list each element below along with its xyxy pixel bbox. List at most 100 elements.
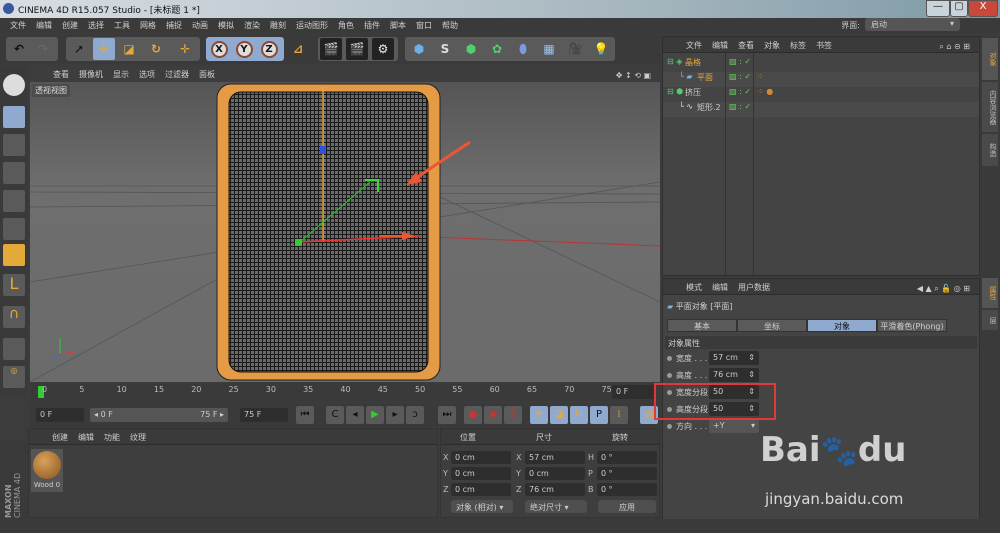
end-frame-field[interactable]: 75 F (240, 408, 288, 422)
floor-icon[interactable]: ▦ (538, 38, 560, 60)
menu-window[interactable]: 窗口 (411, 18, 437, 33)
menu-tools[interactable]: 工具 (109, 18, 135, 33)
edges-mode-icon[interactable] (3, 218, 25, 240)
texture-mode-icon[interactable] (3, 134, 25, 156)
visibility-check-icon[interactable]: ▨ : ✓ (729, 57, 751, 66)
coordinate-mode-select[interactable]: 对象 (相对) ▾ (451, 500, 513, 513)
z-axis-lock[interactable]: Z (258, 38, 280, 60)
polygons-mode-icon[interactable] (3, 244, 25, 266)
attribute-value-field[interactable]: +Y ▾ (709, 419, 759, 433)
animate-dot-icon[interactable] (667, 356, 672, 361)
key-pla-icon[interactable]: ⁞ (610, 406, 628, 424)
auto-key-icon[interactable]: ◉ (484, 406, 502, 424)
snap-icon[interactable]: ◎ (3, 366, 25, 388)
menu-script[interactable]: 脚本 (385, 18, 411, 33)
material-menu-function[interactable]: 功能 (99, 429, 125, 444)
material-menu-texture[interactable]: 纹理 (125, 429, 151, 444)
tab-structure[interactable]: 构造 (982, 134, 998, 166)
render-settings-icon[interactable]: ⚙ (372, 38, 394, 60)
tab-object[interactable]: 对象 (807, 319, 877, 332)
size-field[interactable]: 0 cm (525, 467, 585, 480)
menu-edit[interactable]: 编辑 (31, 18, 57, 33)
object-row[interactable]: ⊟ ◈ 晶格 ▨ : ✓ (663, 57, 979, 72)
menu-create[interactable]: 创建 (57, 18, 83, 33)
go-to-start-icon[interactable]: ⏮ (296, 406, 314, 424)
x-axis-lock[interactable]: X (208, 38, 230, 60)
render-view-icon[interactable]: 🎬 (320, 38, 342, 60)
animate-dot-icon[interactable] (667, 424, 672, 429)
tab-coord[interactable]: 坐标 (737, 319, 807, 332)
object-menu-bookmarks[interactable]: 书签 (811, 37, 837, 52)
object-menu-objects[interactable]: 对象 (759, 37, 785, 52)
size-field[interactable]: 57 cm (525, 451, 585, 464)
y-axis-lock[interactable]: Y (233, 38, 255, 60)
light-icon[interactable]: 💡 (590, 38, 612, 60)
cloner-icon[interactable]: ✿ (486, 38, 508, 60)
rotation-field[interactable]: 0 ° (597, 483, 657, 496)
viewport-nav-icons[interactable]: ✥ ↕ ⟲ ▣ (611, 68, 656, 80)
key-position-icon[interactable]: ✛ (530, 406, 548, 424)
menu-animate[interactable]: 动画 (187, 18, 213, 33)
attr-menu-edit[interactable]: 编辑 (707, 279, 733, 294)
size-field[interactable]: 76 cm (525, 483, 585, 496)
object-menu-file[interactable]: 文件 (681, 37, 707, 52)
deformer-icon[interactable]: ⬮ (512, 38, 534, 60)
restore-button[interactable]: ▢ (950, 0, 968, 17)
spline-pen-icon[interactable]: S (434, 38, 456, 60)
undo-icon[interactable]: ↶ (8, 38, 30, 60)
object-row[interactable]: └ ∿ 矩形.2 ▨ : ✓ (663, 102, 979, 117)
lock-workplane-icon[interactable] (3, 338, 25, 360)
tab-content-browser[interactable]: 内容浏览器 (982, 82, 998, 132)
frame-range-slider[interactable]: ◂ 0 F 75 F ▸ (90, 408, 228, 422)
viewport-menu-options[interactable]: 选项 (134, 66, 160, 82)
object-row[interactable]: ⊟ ⬢ 挤压 ▨ : ✓ ⁘ ● (663, 87, 979, 102)
attr-nav-icons[interactable]: ◀ ▲ ⌕ 🔓 ◎ ⊞ (912, 281, 975, 294)
move-icon[interactable]: ✛ (93, 38, 115, 60)
rotation-field[interactable]: 0 ° (597, 451, 657, 464)
animate-dot-icon[interactable] (667, 373, 672, 378)
layout-select[interactable]: 启动 ▾ (865, 18, 960, 31)
material-menu-edit[interactable]: 编辑 (73, 429, 99, 444)
viewport-menu-panel[interactable]: 面板 (194, 66, 220, 82)
material-swatch[interactable]: Wood 0 (31, 449, 63, 492)
workplane-icon[interactable] (3, 162, 25, 184)
tab-basic[interactable]: 基本 (667, 319, 737, 332)
menu-sculpt[interactable]: 雕刻 (265, 18, 291, 33)
minimize-button[interactable]: — (926, 0, 950, 17)
play-icon[interactable]: ▶ (366, 406, 384, 424)
redo-icon[interactable]: ↷ (32, 38, 54, 60)
timeline-ruler[interactable]: 0 5 10 15 20 25 30 35 40 45 50 55 60 65 70 75 0 F (30, 383, 660, 401)
visibility-check-icon[interactable]: ▨ : ✓ (729, 72, 751, 81)
keyframe-selection-icon[interactable]: ? (504, 406, 522, 424)
viewport-menu-camera[interactable]: 摄像机 (74, 66, 108, 82)
menu-render[interactable]: 渲染 (239, 18, 265, 33)
tag-icon[interactable]: ⁘ ● (757, 87, 773, 96)
perspective-viewport[interactable]: 透视视图 (30, 82, 660, 382)
subdivision-icon[interactable]: ⬢ (460, 38, 482, 60)
key-parameter-icon[interactable]: P (590, 406, 608, 424)
object-menu-tags[interactable]: 标签 (785, 37, 811, 52)
live-select-icon[interactable]: ➚ (68, 38, 90, 60)
cube-icon[interactable]: ⬢ (408, 38, 430, 60)
menu-snap[interactable]: 捕捉 (161, 18, 187, 33)
position-field[interactable]: 0 cm (451, 451, 511, 464)
record-icon[interactable]: ● (464, 406, 482, 424)
tab-objects[interactable]: 对象 (982, 38, 998, 80)
visibility-check-icon[interactable]: ▨ : ✓ (729, 87, 751, 96)
material-menu-create[interactable]: 创建 (47, 429, 73, 444)
key-scale-icon[interactable]: ◪ (550, 406, 568, 424)
next-frame-icon[interactable]: ▸ (386, 406, 404, 424)
attr-menu-mode[interactable]: 模式 (681, 279, 707, 294)
start-frame-field[interactable]: 0 F (36, 408, 84, 422)
tag-icon[interactable]: ⁘ (757, 72, 764, 81)
magnet-icon[interactable]: ∩ (3, 306, 25, 328)
menu-character[interactable]: 角色 (333, 18, 359, 33)
object-search-icon[interactable]: ⌕ ⌂ ⊝ ⊞ (934, 39, 975, 52)
menu-simulate[interactable]: 模拟 (213, 18, 239, 33)
camera-icon[interactable]: 🎥 (564, 38, 586, 60)
menu-help[interactable]: 帮助 (437, 18, 463, 33)
menu-mesh[interactable]: 网格 (135, 18, 161, 33)
tab-phong[interactable]: 平滑着色(Phong) (877, 319, 947, 332)
go-to-end-icon[interactable]: ⏭ (438, 406, 456, 424)
viewport-menu-display[interactable]: 显示 (108, 66, 134, 82)
